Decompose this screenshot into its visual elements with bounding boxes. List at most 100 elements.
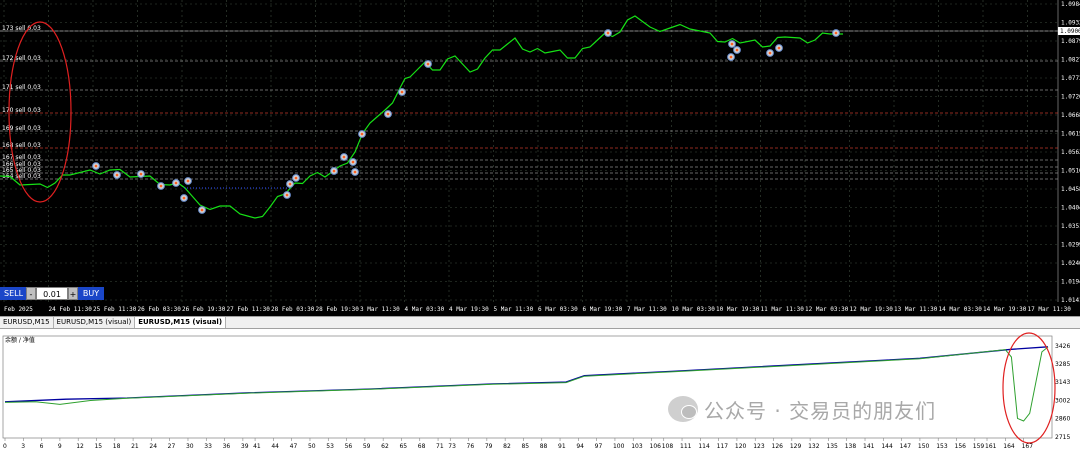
time-tick-label: 28 Feb 03:30 [271,306,315,313]
tab-eurusd-m15[interactable]: EURUSD,M15 [0,317,54,328]
time-tick-label: 6 Mar 19:30 [583,306,623,313]
equity-x-tick: 106 [650,443,662,450]
trade-marker-core [730,42,734,46]
price-tick-label: 1.01415 [1061,297,1080,304]
order-label: 171 sell 0.03 [2,84,41,91]
time-tick-label: 26 Feb 19:30 [182,306,226,313]
trade-marker-core [200,208,204,212]
equity-x-tick: 50 [308,443,316,450]
equity-x-tick: 53 [326,443,334,450]
lot-size-input[interactable]: 0.01 [36,287,68,300]
tab-eurusd-m15-visual-active[interactable]: EURUSD,M15 (visual) [135,317,227,328]
lot-increase-button[interactable]: + [68,287,78,300]
equity-x-tick: 167 [1022,443,1034,450]
price-tick-label: 1.08270 [1061,57,1080,64]
trade-marker-core [115,173,119,177]
equity-x-tick: 123 [753,443,765,450]
trade-marker-core [729,55,733,59]
equity-x-tick: 21 [131,443,139,450]
equity-x-tick: 91 [558,443,566,450]
time-tick-label: 12 Mar 19:30 [850,306,894,313]
trade-marker-core [735,48,739,52]
equity-y-tick: 3426 [1055,343,1070,350]
buy-button[interactable]: BUY [78,287,104,300]
watermark-text: 公众号 · 交易员的朋友们 [704,398,937,423]
equity-x-tick: 59 [363,443,371,450]
time-tick-label: 13 Mar 11:30 [894,306,938,313]
time-tick-label: 7 Mar 11:30 [627,306,667,313]
equity-x-tick: 97 [595,443,603,450]
trade-marker-core [332,169,336,173]
order-label: 169 sell 0.03 [2,125,41,132]
time-tick-label: 12 Mar 03:30 [805,306,849,313]
equity-x-tick: 47 [290,443,298,450]
chart-tab-bar: EURUSD,M15 EURUSD,M15 (visual) EURUSD,M1… [0,316,1080,329]
equity-x-tick: 129 [790,443,802,450]
time-tick-label: 4 Mar 03:30 [405,306,445,313]
strategy-tester-window: 1.09845 1.09320 1.08795 1.08270 1.07730 1.072… [0,0,1080,454]
equity-x-tick: 82 [503,443,511,450]
price-tick-label: 1.07205 [1061,94,1080,101]
equity-x-tick: 56 [345,443,353,450]
price-tick-label: 1.06680 [1061,112,1080,119]
time-tick-label: 3 Mar 11:30 [360,306,400,313]
equity-x-tick: 153 [936,443,948,450]
time-tick-label: 11 Mar 11:30 [761,306,805,313]
price-tick-label: 1.02990 [1061,242,1080,249]
equity-x-tick: 18 [113,443,121,450]
time-tick-label: 5 Mar 11:30 [494,306,534,313]
time-tick-label: 24 Feb 11:30 [49,306,93,313]
time-tick-label: 14 Mar 03:30 [939,306,983,313]
trade-marker-core [159,184,163,188]
equity-x-tick: 94 [576,443,584,450]
trade-marker-core [342,155,346,159]
equity-x-tick: 79 [485,443,493,450]
time-tick-label: 27 Feb 11:30 [227,306,271,313]
equity-x-tick: 132 [808,443,820,450]
equity-x-tick: 6 [40,443,44,450]
trade-marker-core [94,164,98,168]
tab-eurusd-m15-visual[interactable]: EURUSD,M15 (visual) [54,317,136,328]
trade-marker-core [768,51,772,55]
trade-marker-core [288,182,292,186]
lot-decrease-button[interactable]: - [26,287,36,300]
price-tick-label: 1.05105 [1061,168,1080,175]
price-tick-label: 1.06155 [1061,131,1080,138]
price-tick-label: 1.02465 [1061,260,1080,267]
equity-x-tick: 62 [381,443,389,450]
equity-y-tick: 2860 [1055,415,1070,422]
sell-button[interactable]: SELL [0,287,26,300]
equity-x-tick: 12 [76,443,84,450]
equity-x-tick: 141 [863,443,875,450]
equity-x-tick: 126 [772,443,784,450]
price-chart[interactable]: 1.09845 1.09320 1.08795 1.08270 1.07730 1.072… [0,0,1080,316]
equity-x-tick: 9 [58,443,62,450]
equity-x-tick: 88 [540,443,548,450]
equity-x-tick: 161 [985,443,997,450]
equity-x-tick: 44 [271,443,279,450]
time-tick-label: 4 Mar 19:30 [449,306,489,313]
equity-x-tick: 108 [662,443,674,450]
equity-x-tick: 138 [845,443,857,450]
equity-x-tick: 120 [735,443,747,450]
trade-marker-core [360,132,364,136]
equity-x-tick: 39 [241,443,249,450]
equity-x-tick: 65 [399,443,407,450]
order-label: 167 sell 0.03 [2,154,41,161]
equity-y-tick: 3002 [1055,397,1070,404]
trade-marker-core [174,181,178,185]
time-tick-label: 17 Mar 11:30 [1028,306,1072,313]
time-tick-label: 10 Mar 03:30 [672,306,716,313]
trade-marker-core [400,90,404,94]
equity-x-tick: 103 [631,443,643,450]
equity-x-tick: 117 [717,443,729,450]
trade-marker-core [186,179,190,183]
equity-x-tick: 24 [149,443,157,450]
trade-marker-core [182,196,186,200]
price-series-line [0,15,843,219]
wechat-icon [668,396,698,422]
order-label: 168 sell 0.03 [2,142,41,149]
equity-x-tick: 156 [955,443,967,450]
equity-x-tick: 114 [698,443,710,450]
equity-y-tick: 3143 [1055,379,1070,386]
